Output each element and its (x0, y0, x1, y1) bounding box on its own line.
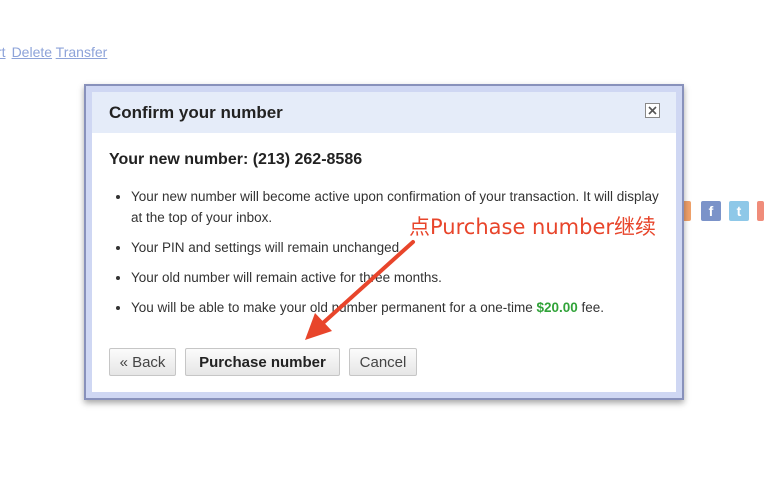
transfer-link[interactable]: Transfer (56, 44, 108, 60)
close-icon (648, 106, 657, 115)
price-value: $20.00 (536, 300, 578, 315)
close-button[interactable] (645, 103, 660, 118)
twitter-icon[interactable]: t (729, 201, 749, 221)
purchase-number-button[interactable]: Purchase number (185, 348, 340, 376)
partial-link[interactable]: rt (0, 44, 6, 60)
back-button[interactable]: « Back (109, 348, 176, 376)
info-list: Your new number will become active upon … (109, 186, 671, 327)
fee-text-before: You will be able to make your old number… (131, 300, 537, 315)
new-number-heading: Your new number: (213) 262-8586 (109, 151, 363, 168)
red-partial-icon[interactable] (757, 201, 764, 221)
fee-text-after: fee. (577, 300, 605, 315)
dialog-body: Confirm your number Your new number: (21… (92, 92, 676, 392)
list-item: You will be able to make your old number… (131, 297, 671, 318)
confirm-number-dialog: Confirm your number Your new number: (21… (84, 84, 684, 400)
annotation-text: 点Purchase number继续 (409, 215, 656, 239)
dialog-title: Confirm your number (109, 103, 283, 122)
dialog-header: Confirm your number (92, 92, 676, 133)
list-item: Your old number will remain active for t… (131, 267, 671, 288)
top-links: rt Delete Transfer (0, 44, 107, 60)
cancel-button[interactable]: Cancel (349, 348, 417, 376)
delete-link[interactable]: Delete (12, 44, 52, 60)
facebook-icon[interactable]: f (701, 201, 721, 221)
